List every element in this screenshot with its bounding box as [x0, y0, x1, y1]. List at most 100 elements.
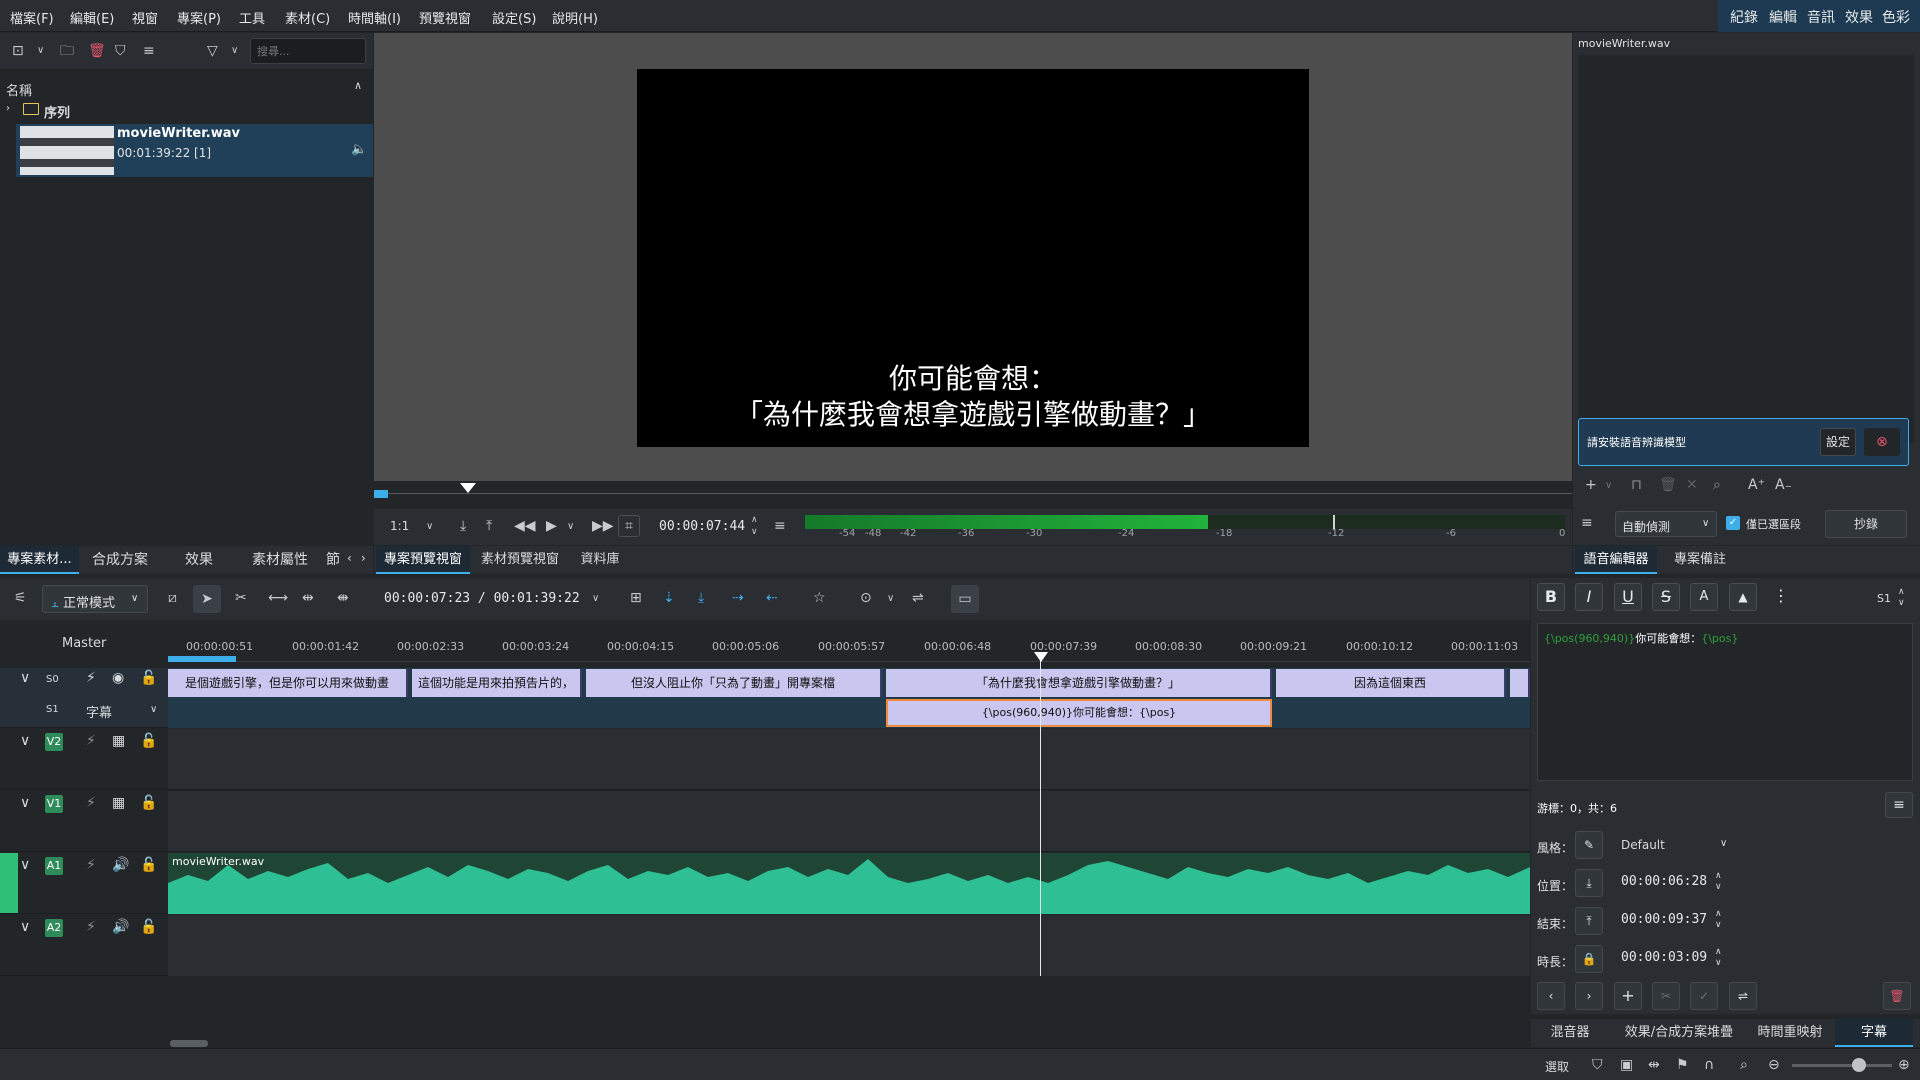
chevron-down-icon[interactable]: ∨ [231, 43, 238, 59]
chevron-down-icon[interactable]: ∨ [20, 857, 30, 873]
set-in-icon[interactable]: ⤓ [460, 518, 466, 534]
track-head-a1[interactable]: ∨ A1 ⚡ 🔊 🔓 [0, 853, 168, 914]
subtitle-track-icon[interactable]: ▭ [951, 585, 979, 613]
chevron-down-icon[interactable]: ∨ [150, 704, 157, 715]
magic-wand-icon[interactable]: ⚡ [86, 795, 96, 811]
speaker-icon[interactable]: 🔊 [112, 919, 129, 935]
track-head-v1[interactable]: ∨ V1 ⚡ ▦ 🔓 [0, 791, 168, 852]
add-icon[interactable]: + [1585, 477, 1597, 493]
tab-effect-stack[interactable]: 效果/合成方案堆疊 [1611, 1019, 1747, 1047]
next-subtitle-icon[interactable]: › [1575, 982, 1603, 1010]
lift-icon[interactable]: ⇢ [732, 590, 744, 606]
add-folder-icon[interactable]: 🗀 [60, 43, 74, 59]
split-audio-icon[interactable]: ⊞ [630, 590, 642, 606]
font-decrease-icon[interactable]: A₋ [1775, 477, 1792, 493]
layer-value[interactable]: S1 [1877, 592, 1891, 605]
tab-effects[interactable]: 效果 [160, 546, 238, 574]
tab-compositions[interactable]: 合成方案 [80, 546, 160, 574]
select-tool-icon[interactable]: ➤ [193, 585, 221, 613]
track-v1-tag[interactable]: V1 [45, 795, 63, 813]
add-subtitle-icon[interactable]: + [1614, 982, 1642, 1010]
workspace-audio[interactable]: 音訊 [1807, 7, 1835, 27]
settings-button[interactable]: 設定 [1820, 428, 1856, 456]
chevron-down-icon[interactable]: ∨ [37, 43, 44, 59]
zoom-slider[interactable] [1792, 1064, 1892, 1067]
set-out-icon[interactable]: ⤒ [486, 518, 492, 534]
set-start-icon[interactable]: ⤓ [1575, 869, 1603, 897]
lock-icon[interactable]: 🔒 [1575, 945, 1603, 973]
selected-subtitle-clip[interactable]: {\pos(960,940)}你可能會想：{\pos} [886, 699, 1272, 727]
bin-search-input[interactable] [250, 38, 366, 64]
record-icon[interactable]: ⊙ [860, 590, 872, 606]
chevron-up-icon[interactable]: ∧ [354, 79, 362, 92]
selected-only-checkbox[interactable]: ✓ [1726, 516, 1740, 530]
tag-icon[interactable]: ⛉ [115, 43, 126, 59]
edit-style-icon[interactable]: ✎ [1575, 831, 1603, 859]
chevron-down-icon[interactable]: ∨ [1720, 838, 1727, 849]
spin-arrows-icon[interactable]: ∧ ∨ [1715, 909, 1722, 931]
mixer-icon[interactable]: ⇌ [912, 590, 924, 606]
menu-help[interactable]: 說明(H) [552, 8, 598, 27]
strikethrough-icon[interactable]: S [1652, 583, 1680, 611]
settings-sliders-icon[interactable]: ⚟ [14, 590, 27, 606]
chevron-right-icon[interactable]: › [361, 551, 366, 565]
close-icon[interactable]: ⊗ [1864, 428, 1900, 456]
underline-icon[interactable]: U [1614, 583, 1642, 611]
menu-view[interactable]: 視窗 [132, 8, 158, 27]
track-a1-tag[interactable]: A1 [45, 857, 63, 875]
marker-icon[interactable]: ⚑ [1676, 1057, 1689, 1073]
bookmark-icon[interactable]: ⊓ [1631, 477, 1642, 493]
spin-arrows-icon[interactable]: ∧ ∨ [751, 514, 758, 538]
speaker-icon[interactable]: 🔊 [112, 857, 129, 873]
chevron-down-icon[interactable]: ∨ [20, 795, 30, 811]
add-clip-icon[interactable]: ⊡ [12, 43, 24, 59]
magic-wand-icon[interactable]: ⚡ [86, 733, 96, 749]
workspace-editing[interactable]: 編輯 [1769, 7, 1797, 27]
workspace-color[interactable]: 色彩 [1882, 7, 1910, 27]
lock-icon[interactable]: 🔓 [140, 795, 157, 811]
menu-icon[interactable]: ≡ [1885, 792, 1913, 818]
tab-speech-editor[interactable]: 語音編輯器 [1575, 546, 1657, 574]
star-icon[interactable]: ☆ [813, 590, 826, 606]
chevron-left-icon[interactable]: ‹ [347, 551, 352, 565]
workspace-effects[interactable]: 效果 [1845, 7, 1873, 27]
filter-icon[interactable]: ▽ [207, 43, 218, 59]
lock-icon[interactable]: 🔓 [140, 857, 157, 873]
subtitle-text-input[interactable]: {\pos(960,940)}你可能會想：{\pos} [1537, 623, 1913, 781]
track-head-a2[interactable]: ∨ A2 ⚡ 🔊 🔓 [0, 915, 168, 976]
menu-project[interactable]: 專案(P) [177, 8, 221, 27]
speech-text-area[interactable] [1578, 55, 1914, 443]
delete-icon[interactable]: 🗑 [1883, 982, 1911, 1010]
chevron-down-icon[interactable]: ∨ [592, 591, 599, 607]
menu-file[interactable]: 檔案(F) [10, 8, 54, 27]
menu-icon[interactable]: ≡ [143, 43, 155, 59]
monitor-timecode[interactable]: 00:00:07:44 [659, 519, 745, 534]
edit-mode-select[interactable]: ⫠ 正常模式 ∨ [42, 585, 148, 613]
font-increase-icon[interactable]: A⁺ [1748, 477, 1765, 493]
menu-clip[interactable]: 素材(C) [285, 8, 330, 27]
style-select[interactable]: Default [1621, 838, 1665, 852]
sync-icon[interactable]: ⇌ [1729, 982, 1757, 1010]
timeline-scrollbar[interactable] [170, 1040, 208, 1047]
track-head-subtitles[interactable]: ∨ S0 S1 ⚡ ◉ 🔓 字幕 ∨ [0, 668, 168, 728]
tab-project-notes[interactable]: 專案備註 [1659, 546, 1741, 574]
lock-icon[interactable]: 🔓 [140, 919, 157, 935]
bin-column-header[interactable]: 名稱 ∧ [0, 77, 373, 99]
track-a2-tag[interactable]: A2 [45, 919, 63, 937]
tab-project-monitor[interactable]: 專案預覽視窗 [376, 546, 470, 574]
menu-timeline[interactable]: 時間軸(I) [348, 8, 401, 27]
chevron-right-icon[interactable]: › [6, 103, 10, 114]
playhead-marker[interactable] [460, 483, 476, 493]
previous-subtitle-icon[interactable]: ‹ [1537, 982, 1565, 1010]
lock-icon[interactable]: 🔓 [140, 733, 157, 749]
duration-timecode[interactable]: 00:00:03:09 [1621, 950, 1707, 965]
timeline-playhead[interactable] [1040, 654, 1041, 976]
italic-icon[interactable]: I [1575, 583, 1603, 611]
zoom-fit-icon[interactable]: ⌕ [1740, 1057, 1748, 1073]
delete-icon[interactable]: 🗑 [1659, 477, 1677, 493]
subtitle-clip[interactable]: 這個功能是用來拍預告片的， [412, 669, 582, 697]
delete-icon[interactable]: 🗑 [88, 43, 106, 59]
magnet-icon[interactable]: ∩ [1704, 1057, 1714, 1073]
chevron-down-icon[interactable]: ∨ [887, 591, 894, 607]
tab-mixer[interactable]: 混音器 [1531, 1019, 1609, 1047]
